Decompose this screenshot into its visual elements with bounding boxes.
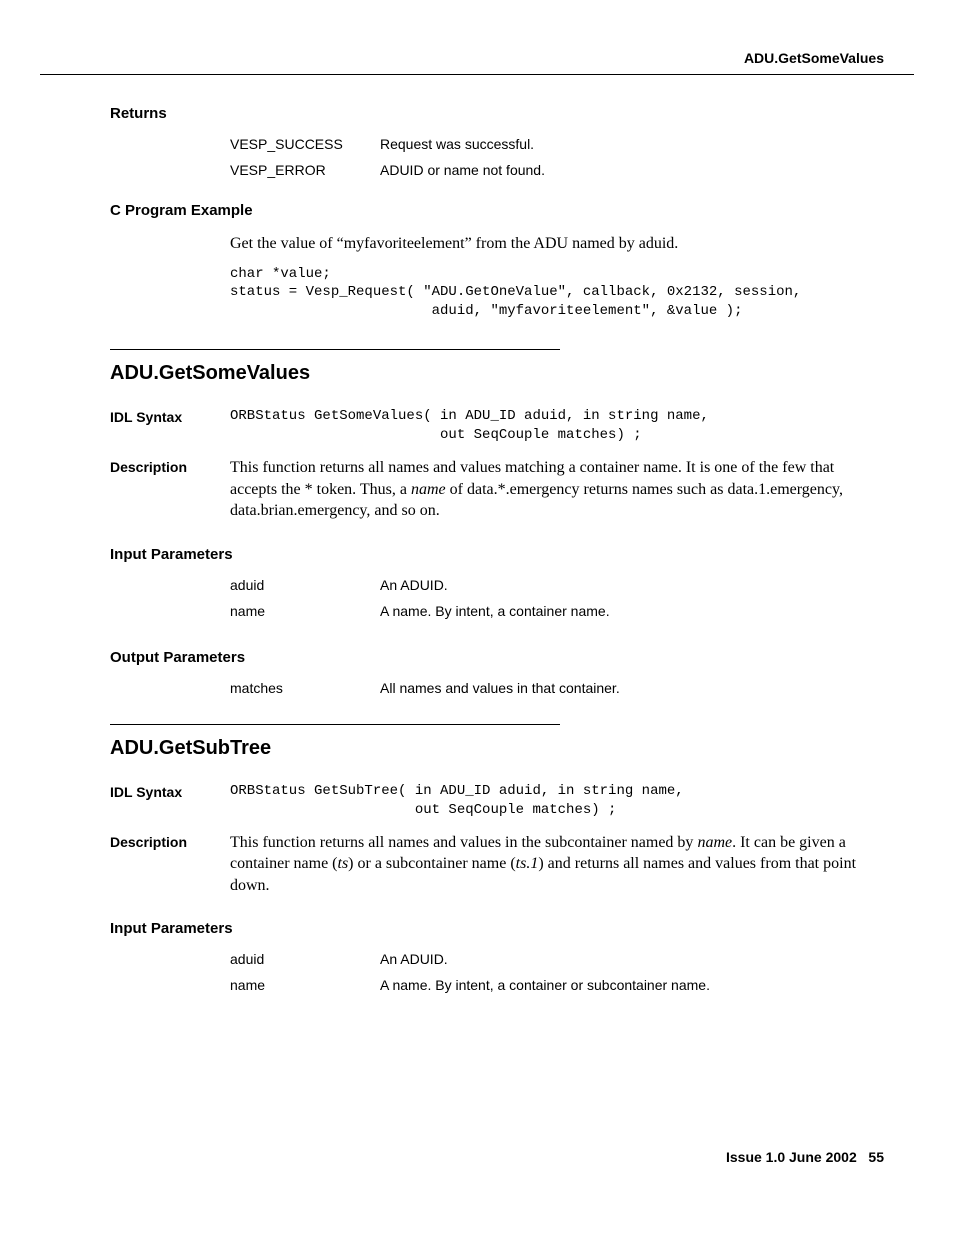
desc-seg: This function returns all names and valu… [230, 834, 697, 851]
description-row: Description This function returns all na… [110, 832, 874, 897]
output-params-heading: Output Parameters [110, 649, 914, 666]
param-key: matches [230, 680, 380, 696]
return-val: ADUID or name not found. [380, 162, 914, 178]
description-label: Description [110, 457, 230, 475]
idl-syntax-row: IDL Syntax ORBStatus GetSomeValues( in A… [110, 407, 874, 445]
section-divider [110, 349, 560, 350]
c-example-code: char *value; status = Vesp_Request( "ADU… [230, 265, 874, 322]
desc-em: ts.1 [516, 855, 539, 872]
idl-syntax-code: ORBStatus GetSomeValues( in ADU_ID aduid… [230, 407, 874, 445]
desc-em: ts [338, 855, 349, 872]
param-key: name [230, 603, 380, 619]
param-val: A name. By intent, a container or subcon… [380, 977, 914, 993]
getsomevalues-title: ADU.GetSomeValues [110, 362, 914, 385]
table-row: aduid An ADUID. [230, 577, 914, 593]
input-params-heading: Input Parameters [110, 920, 914, 937]
return-key: VESP_ERROR [230, 162, 380, 178]
footer-page: 55 [868, 1149, 884, 1165]
table-row: VESP_ERROR ADUID or name not found. [230, 162, 914, 178]
param-val: A name. By intent, a container name. [380, 603, 914, 619]
description-label: Description [110, 832, 230, 850]
table-row: matches All names and values in that con… [230, 680, 914, 696]
getsubtree-title: ADU.GetSubTree [110, 737, 914, 760]
c-example-heading: C Program Example [110, 202, 914, 219]
idl-syntax-label: IDL Syntax [110, 407, 230, 425]
page: ADU.GetSomeValues Returns VESP_SUCCESS R… [0, 0, 954, 1235]
input-params-table: aduid An ADUID. name A name. By intent, … [230, 951, 914, 993]
table-row: name A name. By intent, a container or s… [230, 977, 914, 993]
c-example-intro: Get the value of “myfavoriteelement” fro… [230, 233, 874, 255]
page-header-title: ADU.GetSomeValues [40, 50, 914, 75]
page-footer: Issue 1.0 June 2002 55 [726, 1149, 884, 1165]
description-row: Description This function returns all na… [110, 457, 874, 522]
returns-table: VESP_SUCCESS Request was successful. VES… [230, 136, 914, 178]
param-val: An ADUID. [380, 577, 914, 593]
input-params-heading: Input Parameters [110, 546, 914, 563]
desc-em: name [697, 834, 732, 851]
footer-issue: Issue 1.0 June 2002 [726, 1149, 857, 1165]
description-text: This function returns all names and valu… [230, 457, 874, 522]
param-val: An ADUID. [380, 951, 914, 967]
table-row: name A name. By intent, a container name… [230, 603, 914, 619]
table-row: VESP_SUCCESS Request was successful. [230, 136, 914, 152]
param-key: aduid [230, 951, 380, 967]
return-val: Request was successful. [380, 136, 914, 152]
description-text: This function returns all names and valu… [230, 832, 874, 897]
desc-seg: ) or a subcontainer name ( [348, 855, 515, 872]
idl-syntax-label: IDL Syntax [110, 782, 230, 800]
desc-em: name [411, 481, 446, 498]
param-val: All names and values in that container. [380, 680, 914, 696]
param-key: name [230, 977, 380, 993]
input-params-table: aduid An ADUID. name A name. By intent, … [230, 577, 914, 619]
section-divider [110, 724, 560, 725]
idl-syntax-code: ORBStatus GetSubTree( in ADU_ID aduid, i… [230, 782, 874, 820]
idl-syntax-row: IDL Syntax ORBStatus GetSubTree( in ADU_… [110, 782, 874, 820]
table-row: aduid An ADUID. [230, 951, 914, 967]
param-key: aduid [230, 577, 380, 593]
returns-heading: Returns [110, 105, 914, 122]
return-key: VESP_SUCCESS [230, 136, 380, 152]
output-params-table: matches All names and values in that con… [230, 680, 914, 696]
